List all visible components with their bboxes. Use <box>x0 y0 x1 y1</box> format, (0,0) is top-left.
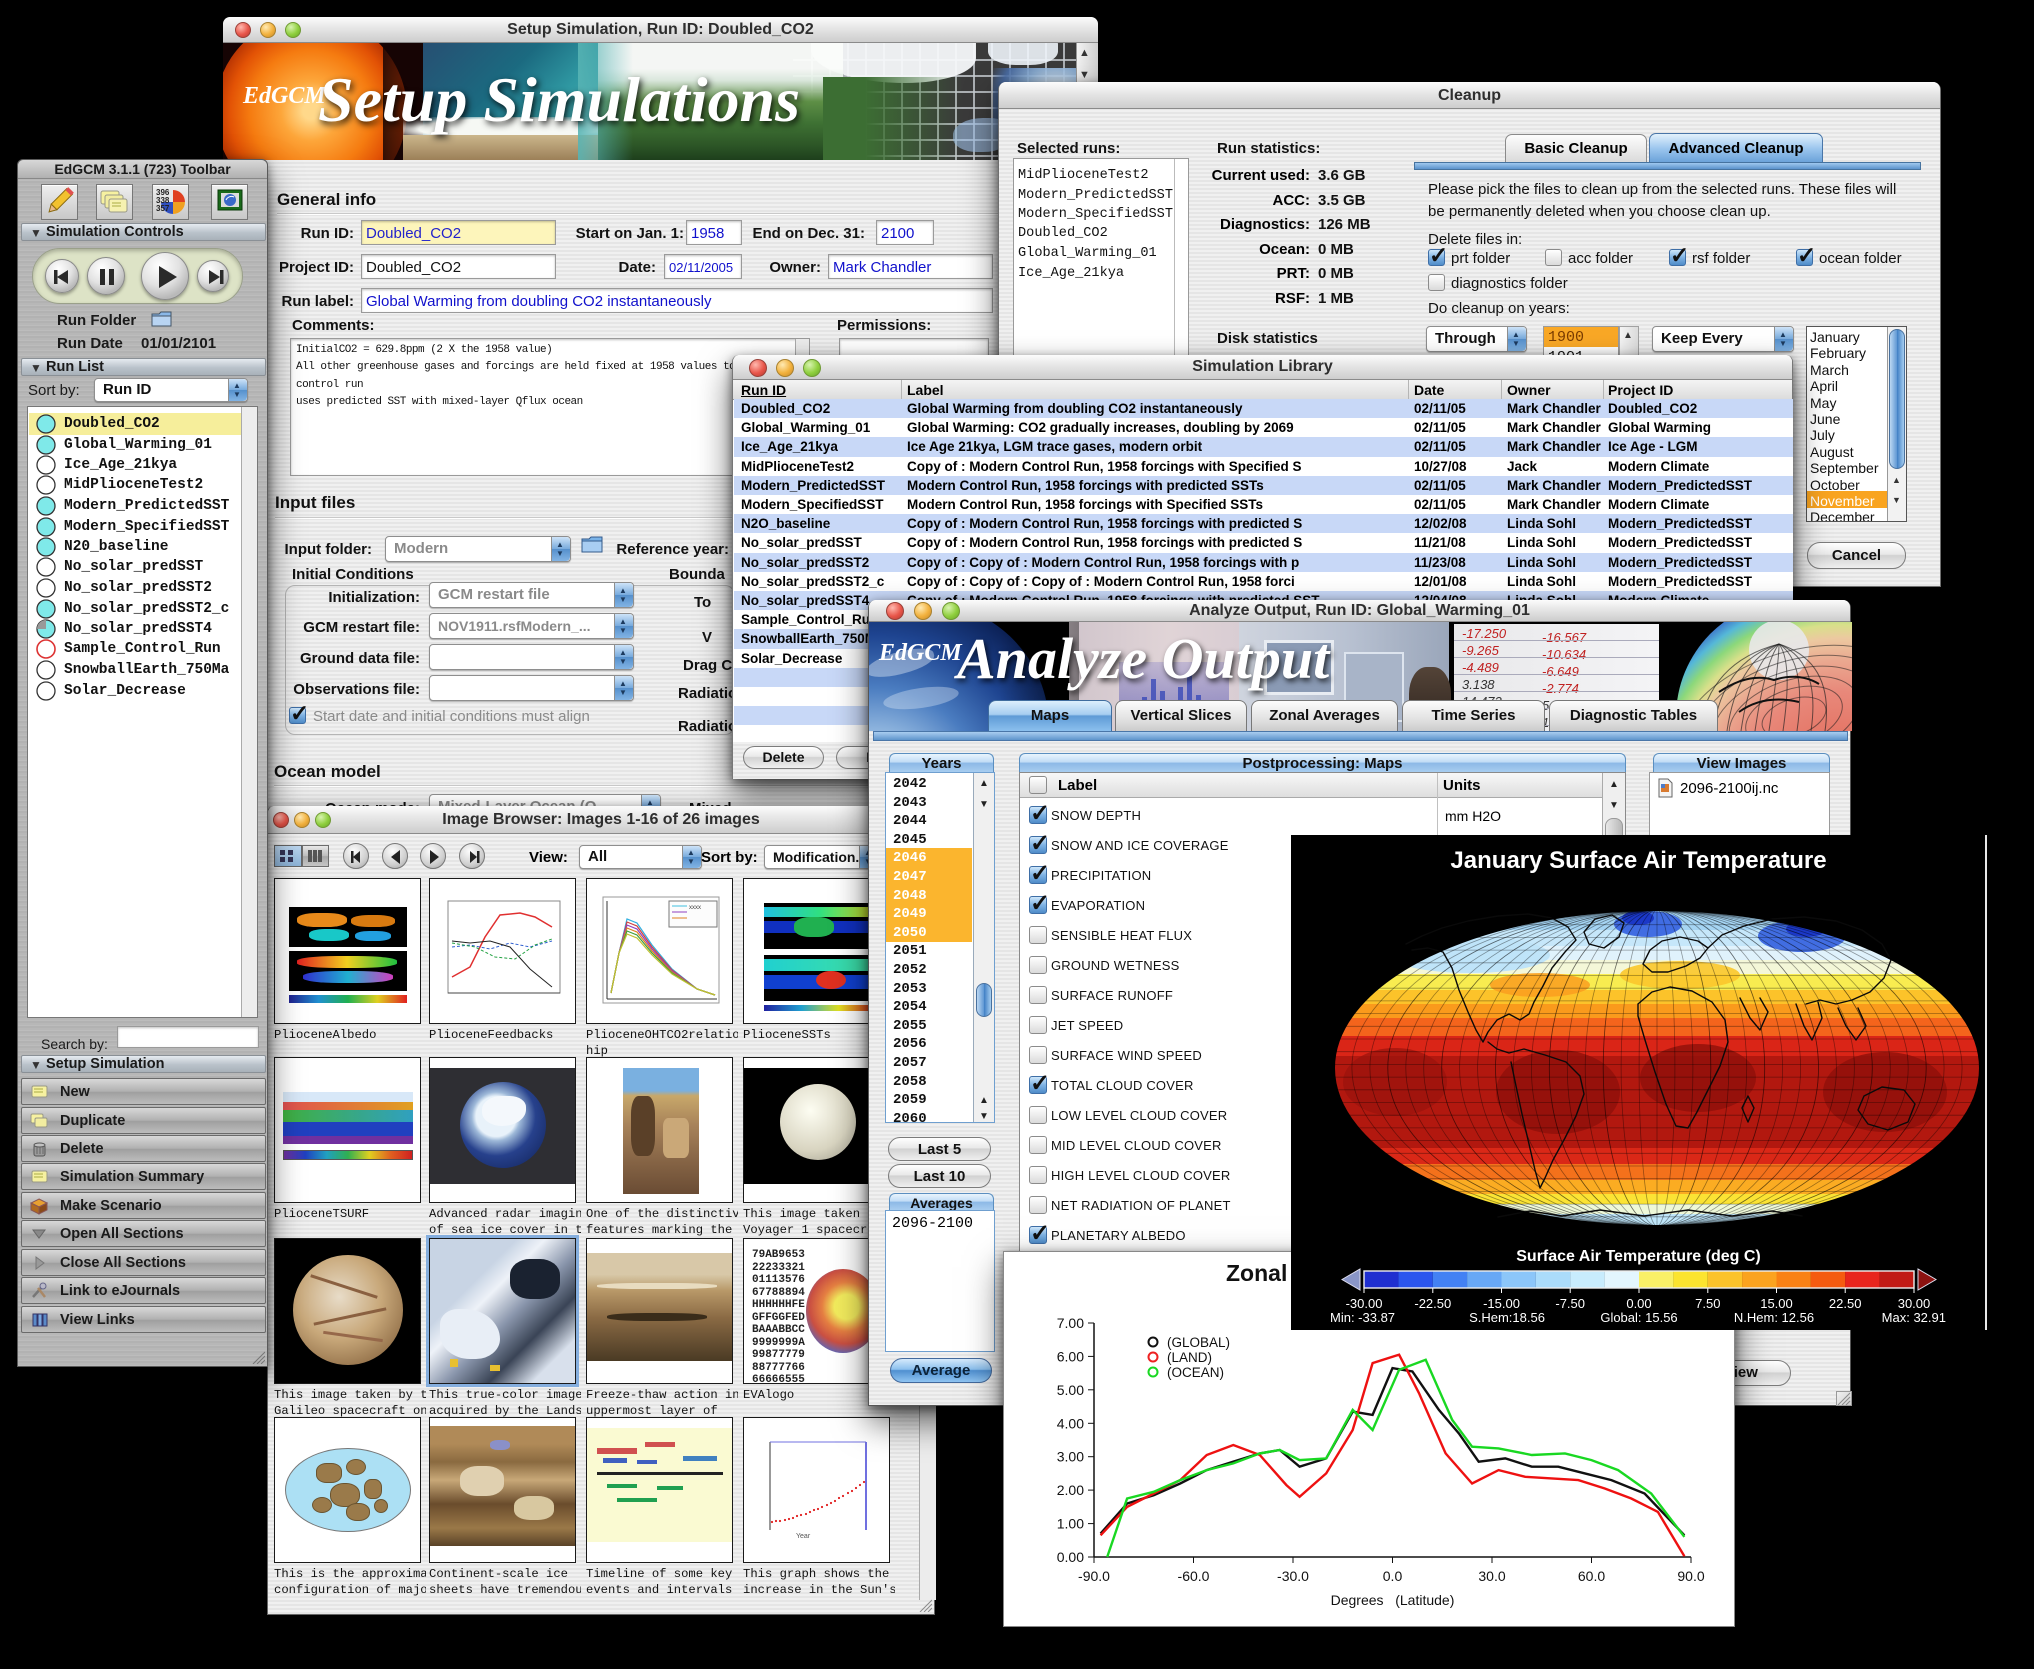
svg-text:3.00: 3.00 <box>1057 1449 1084 1465</box>
svg-text:4.00: 4.00 <box>1057 1415 1084 1431</box>
svg-text:0.0: 0.0 <box>1383 1568 1403 1584</box>
svg-text:S.Hem:18.56: S.Hem:18.56 <box>1469 1310 1545 1325</box>
svg-text:0.00: 0.00 <box>1057 1549 1084 1565</box>
svg-text:-60.0: -60.0 <box>1178 1568 1210 1584</box>
svg-text:6.00: 6.00 <box>1057 1348 1084 1364</box>
svg-text:(OCEAN): (OCEAN) <box>1167 1365 1224 1380</box>
svg-text:Max: 32.91: Max: 32.91 <box>1882 1310 1946 1325</box>
svg-text:7.50: 7.50 <box>1695 1296 1720 1311</box>
svg-text:(LAND): (LAND) <box>1167 1350 1212 1365</box>
svg-text:15.00: 15.00 <box>1760 1296 1793 1311</box>
svg-text:Year: Year <box>796 1533 811 1540</box>
svg-text:-22.50: -22.50 <box>1414 1296 1451 1311</box>
svg-text:90.0: 90.0 <box>1677 1568 1704 1584</box>
svg-text:Global: 15.56: Global: 15.56 <box>1600 1310 1677 1325</box>
svg-text:-30.00: -30.00 <box>1346 1296 1383 1311</box>
svg-text:2.00: 2.00 <box>1057 1482 1084 1498</box>
svg-text:-30.0: -30.0 <box>1277 1568 1309 1584</box>
svg-text:(GLOBAL): (GLOBAL) <box>1167 1335 1230 1350</box>
svg-text:7.00: 7.00 <box>1057 1315 1084 1331</box>
svg-text:22.50: 22.50 <box>1829 1296 1862 1311</box>
svg-text:60.0: 60.0 <box>1578 1568 1605 1584</box>
svg-text:30.00: 30.00 <box>1898 1296 1931 1311</box>
svg-text:5.00: 5.00 <box>1057 1382 1084 1398</box>
svg-text:N.Hem: 12.56: N.Hem: 12.56 <box>1734 1310 1814 1325</box>
svg-text:-15.00: -15.00 <box>1483 1296 1520 1311</box>
svg-text:xxxx: xxxx <box>689 905 701 911</box>
svg-text:-7.50: -7.50 <box>1555 1296 1585 1311</box>
svg-text:Degrees (Latitude): Degrees (Latitude) <box>1331 1592 1455 1608</box>
svg-text:Min: -33.87: Min: -33.87 <box>1330 1310 1395 1325</box>
svg-text:-90.0: -90.0 <box>1078 1568 1110 1584</box>
svg-text:1.00: 1.00 <box>1057 1516 1084 1532</box>
svg-text:0.00: 0.00 <box>1626 1296 1651 1311</box>
svg-text:30.0: 30.0 <box>1478 1568 1505 1584</box>
svg-text:357: 357 <box>156 204 170 213</box>
